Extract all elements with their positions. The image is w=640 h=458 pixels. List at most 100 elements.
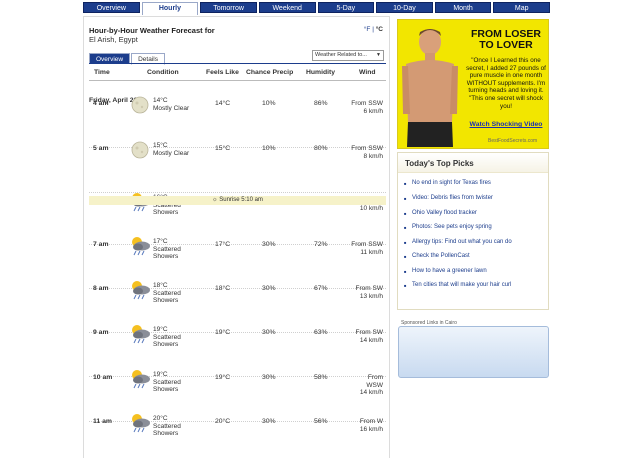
row-temperature: 14°C	[153, 97, 168, 104]
row-temperature: 19°C	[153, 326, 168, 333]
row-temperature: 15°C	[153, 142, 168, 149]
row-humidity: 63%	[314, 329, 328, 336]
tab-month[interactable]: Month	[434, 2, 492, 13]
row-wind-direction: From SSW	[351, 100, 383, 107]
forecast-location: El Arish, Egypt	[89, 35, 138, 44]
row-feels-like: 17°C	[215, 241, 231, 248]
row-wind-speed: 14 km/h	[359, 336, 383, 344]
tab-overview[interactable]: Overview	[83, 2, 140, 13]
row-humidity: 58%	[314, 374, 328, 381]
row-feels-like: 19°C	[215, 374, 231, 381]
row-temperature: 19°C	[153, 371, 168, 378]
row-condition: 17°C Scattered Showers	[153, 238, 193, 261]
weather-related-select[interactable]: Weather Related to... ▼	[312, 50, 384, 61]
row-wind-speed: 10 km/h	[359, 204, 383, 212]
moon-clear-icon	[129, 94, 151, 116]
row-humidity: 86%	[314, 100, 328, 107]
chevron-down-icon: ▼	[376, 52, 381, 58]
tab-5-day[interactable]: 5-Day	[317, 2, 375, 13]
ad-site-label: BestFoodSecrets.com	[488, 138, 538, 144]
tab-weekend[interactable]: Weekend	[258, 2, 316, 13]
row-chance-precip: 10%	[262, 145, 276, 152]
row-wind-speed: 16 km/h	[359, 425, 383, 433]
ad-video-link[interactable]: Watch Shocking Video	[464, 121, 548, 128]
row-condition: 14°C Mostly Clear	[153, 97, 189, 112]
row-wind-speed: 6 km/h	[363, 107, 383, 115]
row-wind-speed: 13 km/h	[359, 292, 383, 300]
tab-hourly[interactable]: Hourly	[141, 2, 199, 15]
row-chance-precip: 30%	[262, 241, 276, 248]
row-wind-speed: 8 km/h	[363, 152, 383, 160]
row-condition: 15°C Mostly Clear	[153, 142, 189, 157]
sun-showers-icon	[129, 279, 151, 301]
unit-celsius-link[interactable]: °C	[376, 26, 383, 33]
sun-showers-icon	[129, 368, 151, 390]
row-humidity: 67%	[314, 285, 328, 292]
col-condition: Condition	[147, 69, 179, 76]
row-humidity: 56%	[314, 418, 328, 425]
top-pick-label: No end in sight for Texas fires	[412, 180, 491, 186]
sunrise-text: Sunrise 5:10 am	[219, 197, 263, 203]
row-wind: From SSW 6 km/h	[351, 100, 383, 115]
ad-man-image	[400, 22, 460, 147]
row-wind-direction: From SSW	[351, 145, 383, 152]
top-pick-label: How to have a greener lawn	[412, 268, 487, 274]
unit-fahrenheit-link[interactable]: °F	[364, 26, 371, 33]
col-wind: Wind	[359, 69, 376, 76]
row-wind: From SW 14 km/h	[351, 329, 383, 344]
row-wind: From SSW 8 km/h	[351, 145, 383, 160]
row-time: 4 am	[93, 100, 109, 107]
table-header: Time Condition Feels Like Chance Precip …	[89, 69, 386, 79]
tab-10-day[interactable]: 10-Day	[376, 2, 433, 13]
sun-showers-icon	[129, 235, 151, 257]
sunrise-icon: ☼	[212, 197, 218, 203]
header-divider	[89, 80, 386, 81]
row-condition-text: Scattered Showers	[153, 378, 181, 394]
row-time: 5 am	[93, 145, 109, 152]
row-time: 11 am	[93, 418, 112, 425]
tab-tomorrow[interactable]: Tomorrow	[200, 2, 257, 13]
ad-banner[interactable]: FROM LOSER TO LOVER "Once I Learned this…	[397, 19, 549, 149]
row-feels-like: 14°C	[215, 100, 231, 107]
row-condition: 18°C Scattered Showers	[153, 282, 193, 305]
tab-map[interactable]: Map	[493, 2, 550, 13]
table-row: 11 am 20°C Scattered Showers 20°C 30% 56% From…	[89, 414, 386, 458]
row-feels-like: 18°C	[215, 285, 231, 292]
row-condition-text: Scattered Showers	[153, 422, 181, 438]
row-wind-speed: 11 km/h	[360, 248, 383, 256]
forecast-title: Hour-by-Hour Weather Forecast for	[89, 26, 215, 35]
top-picks-header: Today's Top Picks	[398, 153, 548, 173]
unit-toggle: °F | °C	[364, 26, 383, 33]
sunrise-bar: ☼ Sunrise 5:10 am	[89, 196, 386, 205]
sun-showers-icon	[129, 412, 151, 434]
top-pick-label: Ten cities that will make your hair curl	[412, 282, 512, 288]
row-condition-text: Scattered Showers	[153, 333, 181, 349]
row-wind: From SW 13 km/h	[351, 285, 383, 300]
row-condition-text: Scattered Showers	[153, 245, 181, 261]
select-value: Weather Related to...	[315, 52, 367, 58]
row-chance-precip: 30%	[262, 329, 276, 336]
sun-showers-icon	[129, 323, 151, 345]
row-wind: From WSW 14 km/h	[351, 374, 383, 397]
unit-separator: |	[372, 26, 374, 33]
row-wind-direction: From SW	[355, 285, 383, 292]
top-pick-label: Ohio Valley flood tracker	[412, 210, 477, 216]
row-wind: From W 16 km/h	[351, 418, 383, 433]
ad-headline: FROM LOSER TO LOVER	[471, 28, 541, 51]
top-picks-title: Today's Top Picks	[405, 159, 474, 168]
row-condition: 19°C Scattered Showers	[153, 326, 193, 349]
row-time: 8 am	[93, 285, 109, 292]
col-feels-like: Feels Like	[206, 69, 239, 76]
row-condition-text: Mostly Clear	[153, 104, 190, 112]
sponsored-links-box[interactable]	[398, 326, 549, 378]
top-picks-box: Today's Top Picks No end in sight for Te…	[397, 152, 549, 310]
row-chance-precip: 30%	[262, 374, 276, 381]
col-chance-precip: Chance Precip	[246, 69, 294, 76]
top-pick-label: Photos: See pets enjoy spring	[412, 224, 492, 230]
row-wind-direction: From SW	[355, 329, 383, 336]
row-time: 9 am	[93, 329, 109, 336]
row-humidity: 72%	[314, 241, 328, 248]
row-feels-like: 19°C	[215, 329, 231, 336]
top-pick-label: Video: Debris flies from twister	[412, 195, 493, 201]
row-wind-direction: From SSW	[351, 241, 383, 248]
